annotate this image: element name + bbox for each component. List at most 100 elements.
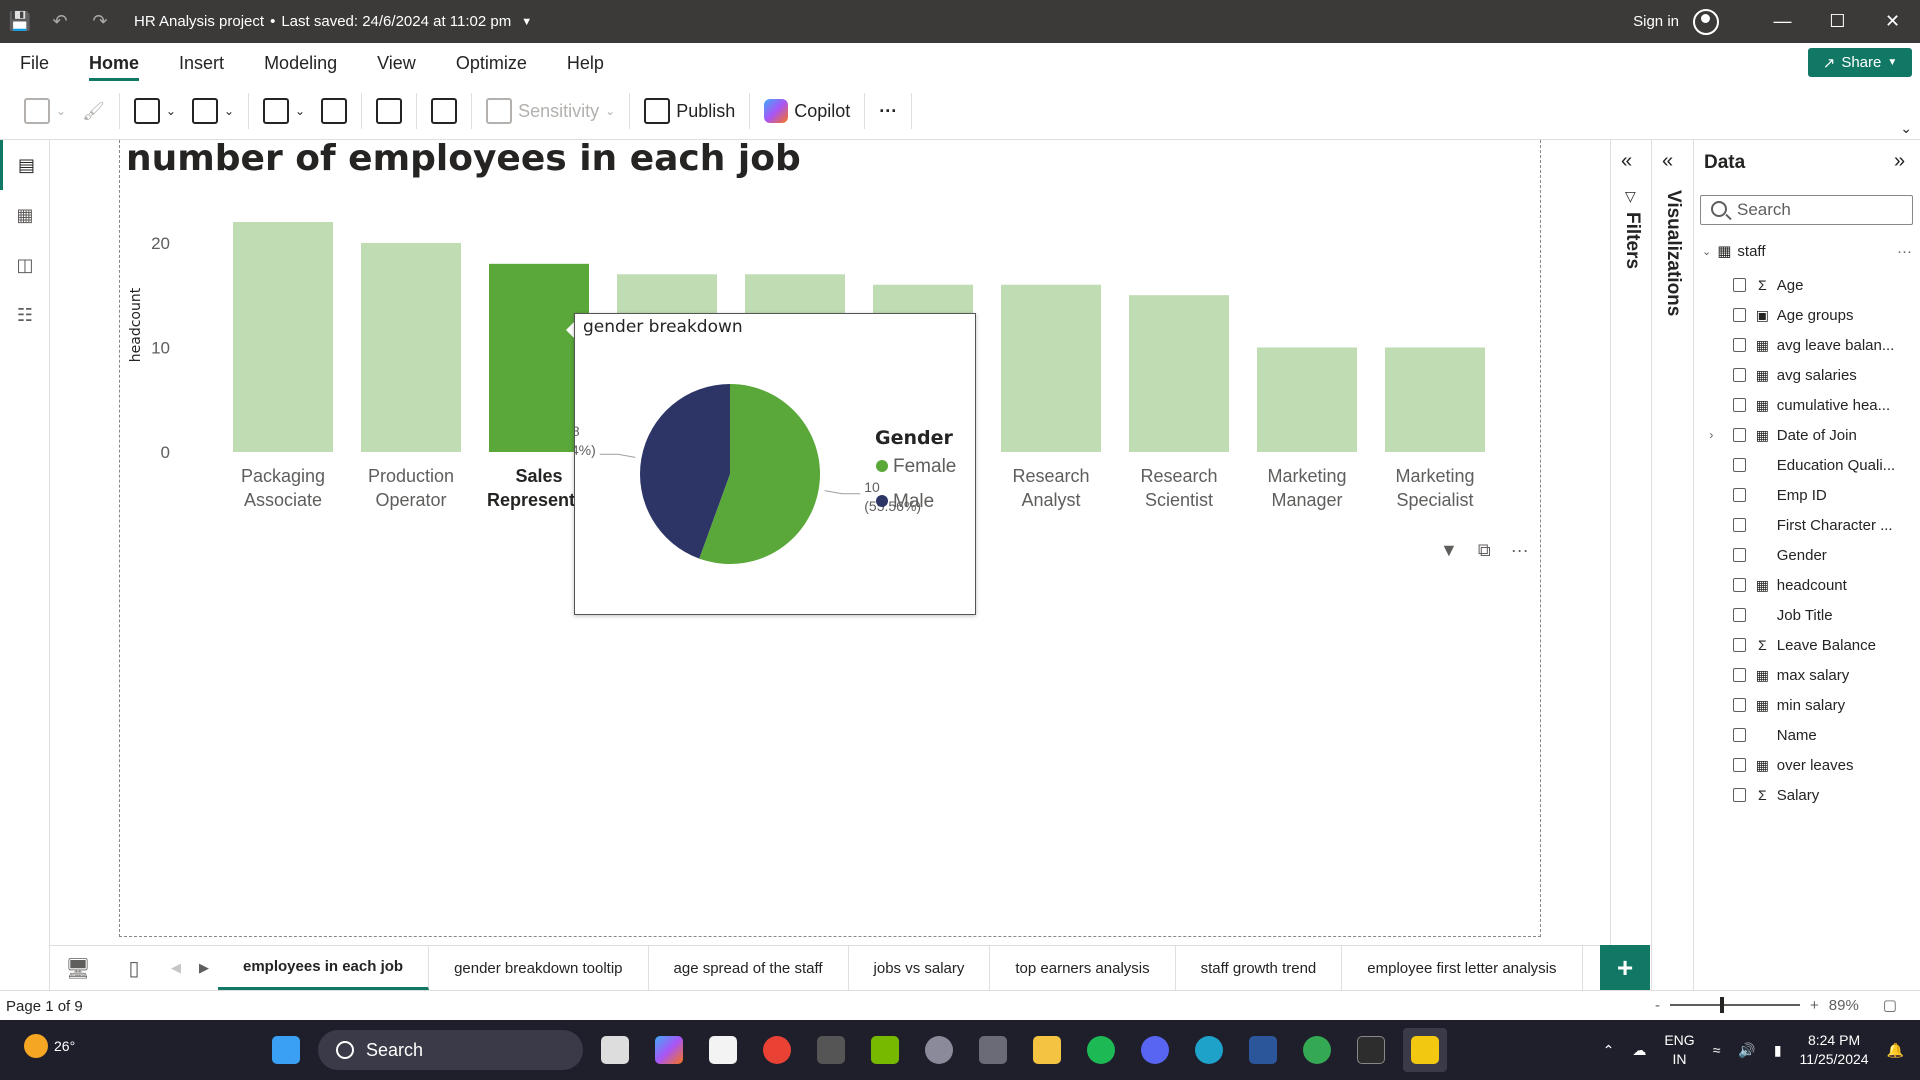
spotify-icon[interactable] xyxy=(1079,1028,1123,1072)
bar[interactable] xyxy=(233,222,333,452)
new-measure-button[interactable] xyxy=(423,91,465,131)
field-row[interactable]: ▦ avg salaries xyxy=(1702,360,1917,390)
new-visual-button[interactable] xyxy=(368,91,410,131)
maximize-icon[interactable]: ☐ xyxy=(1810,0,1865,43)
tab-help[interactable]: Help xyxy=(547,43,624,83)
field-row[interactable]: ▦ max salary xyxy=(1702,660,1917,690)
redo-icon[interactable]: ↷ xyxy=(80,0,120,43)
field-row[interactable]: Job Title xyxy=(1702,600,1917,630)
field-row[interactable]: Name xyxy=(1702,720,1917,750)
collapse-data-icon[interactable]: » xyxy=(1894,150,1905,173)
chevron-right-icon[interactable]: › xyxy=(1702,428,1721,442)
desktop-layout-icon[interactable]: 🖥 xyxy=(50,946,106,990)
page-tab[interactable]: top earners analysis xyxy=(990,946,1176,990)
terminal-icon[interactable] xyxy=(1349,1028,1393,1072)
chrome-profile-icon[interactable] xyxy=(1295,1028,1339,1072)
table-staff[interactable]: ⌄ ▦ staff ··· xyxy=(1702,240,1912,262)
paste-button[interactable]: ⌄ xyxy=(16,91,74,131)
previous-page-icon[interactable]: ◀ xyxy=(162,960,190,976)
field-checkbox[interactable] xyxy=(1732,728,1746,742)
visualizations-pane[interactable]: « Visualizations xyxy=(1652,140,1694,1010)
zoom-slider-thumb[interactable] xyxy=(1720,997,1724,1013)
field-checkbox[interactable] xyxy=(1732,548,1746,562)
copilot-button[interactable]: Copilot xyxy=(756,91,858,131)
mobile-layout-icon[interactable]: ▯ xyxy=(106,946,162,990)
field-row[interactable]: › ▦ Date of Join xyxy=(1702,420,1917,450)
chevron-up-icon[interactable]: ⌃ xyxy=(1603,1042,1615,1059)
document-title[interactable]: HR Analysis project xyxy=(134,13,264,30)
data-search-input[interactable]: Search xyxy=(1700,195,1913,225)
field-checkbox[interactable] xyxy=(1732,638,1746,652)
tab-optimize[interactable]: Optimize xyxy=(436,43,547,83)
zoom-slider[interactable] xyxy=(1670,997,1800,1013)
notification-bell-icon[interactable]: 🔔 xyxy=(1887,1042,1904,1059)
tab-home[interactable]: Home xyxy=(69,43,159,83)
unity-icon[interactable] xyxy=(809,1028,853,1072)
clock[interactable]: 8:24 PM 11/25/2024 xyxy=(1800,1031,1869,1069)
account-icon[interactable] xyxy=(1693,8,1719,35)
page-tab[interactable]: employees in each job xyxy=(218,946,430,990)
ribbon-expand-icon[interactable]: ⌄ xyxy=(1900,120,1912,137)
more-options-button[interactable]: ··· xyxy=(871,91,905,131)
field-row[interactable]: Education Quali... xyxy=(1702,450,1917,480)
filters-label[interactable]: Filters xyxy=(1621,212,1643,269)
page-tab[interactable]: employee first letter analysis xyxy=(1342,946,1583,990)
format-painter-button[interactable]: 🖌 xyxy=(74,91,113,131)
field-checkbox[interactable] xyxy=(1732,368,1746,382)
model-view-icon[interactable]: ◫ xyxy=(0,240,50,290)
field-row[interactable]: Σ Age xyxy=(1702,270,1917,300)
get-data-button[interactable]: ⌄ xyxy=(126,91,184,131)
field-checkbox[interactable] xyxy=(1732,608,1746,622)
more-options-icon[interactable]: ··· xyxy=(1511,540,1529,561)
wifi-icon[interactable]: ≈ xyxy=(1713,1042,1721,1058)
page-tab[interactable]: age spread of the staff xyxy=(649,946,849,990)
language-indicator[interactable]: ENG IN xyxy=(1664,1031,1694,1069)
tab-file[interactable]: File xyxy=(0,43,69,83)
next-page-icon[interactable]: ▶ xyxy=(190,960,218,976)
last-saved-text[interactable]: Last saved: 24/6/2024 at 11:02 pm xyxy=(281,13,511,30)
field-checkbox[interactable] xyxy=(1732,428,1746,442)
share-button[interactable]: ↗ Share ▼ xyxy=(1808,48,1912,77)
tab-insert[interactable]: Insert xyxy=(159,43,244,83)
field-row[interactable]: ▦ min salary xyxy=(1702,690,1917,720)
field-checkbox[interactable] xyxy=(1732,398,1746,412)
store-icon[interactable] xyxy=(701,1028,745,1072)
sign-in-link[interactable]: Sign in xyxy=(1633,13,1679,30)
field-checkbox[interactable] xyxy=(1732,788,1746,802)
field-row[interactable]: ▦ cumulative hea... xyxy=(1702,390,1917,420)
field-checkbox[interactable] xyxy=(1732,278,1746,292)
field-row[interactable]: ▣ Age groups xyxy=(1702,300,1917,330)
copilot-app-icon[interactable] xyxy=(647,1028,691,1072)
zoom-out-button[interactable]: - xyxy=(1655,997,1660,1014)
task-view-icon[interactable] xyxy=(593,1028,637,1072)
chevron-down-icon[interactable]: ⌄ xyxy=(1702,245,1711,258)
discord-icon[interactable] xyxy=(1133,1028,1177,1072)
filters-pane[interactable]: « ▽ Filters xyxy=(1610,140,1652,1010)
page-tab[interactable]: le xyxy=(1583,946,1598,990)
weather-widget[interactable]: 26° xyxy=(24,1034,75,1058)
bar[interactable] xyxy=(1257,347,1357,452)
recent-sources-button[interactable]: ⌄ xyxy=(184,91,242,131)
chrome-icon[interactable] xyxy=(755,1028,799,1072)
field-checkbox[interactable] xyxy=(1732,308,1746,322)
tab-modeling[interactable]: Modeling xyxy=(244,43,357,83)
power-bi-icon[interactable] xyxy=(1403,1028,1447,1072)
focus-mode-icon[interactable]: ⧉ xyxy=(1478,540,1491,561)
collapse-visualizations-icon[interactable]: « xyxy=(1662,150,1673,173)
page-tab[interactable]: gender breakdown tooltip xyxy=(429,946,649,990)
sensitivity-button[interactable]: Sensitivity ⌄ xyxy=(478,91,623,131)
visualizations-label[interactable]: Visualizations xyxy=(1662,190,1684,316)
fit-to-page-icon[interactable]: ▢ xyxy=(1883,996,1897,1014)
zoom-in-button[interactable]: + xyxy=(1810,997,1819,1014)
field-row[interactable]: Emp ID xyxy=(1702,480,1917,510)
zoom-level[interactable]: 89% xyxy=(1829,997,1859,1014)
report-view-icon[interactable]: ▤ xyxy=(0,140,50,190)
field-checkbox[interactable] xyxy=(1732,518,1746,532)
table-view-icon[interactable]: ▦ xyxy=(0,190,50,240)
field-row[interactable]: Σ Leave Balance xyxy=(1702,630,1917,660)
field-row[interactable]: ▦ avg leave balan... xyxy=(1702,330,1917,360)
field-checkbox[interactable] xyxy=(1732,458,1746,472)
bar[interactable] xyxy=(361,242,461,452)
volume-icon[interactable]: 🔊 xyxy=(1738,1042,1755,1059)
collapse-filters-icon[interactable]: « xyxy=(1621,150,1632,173)
